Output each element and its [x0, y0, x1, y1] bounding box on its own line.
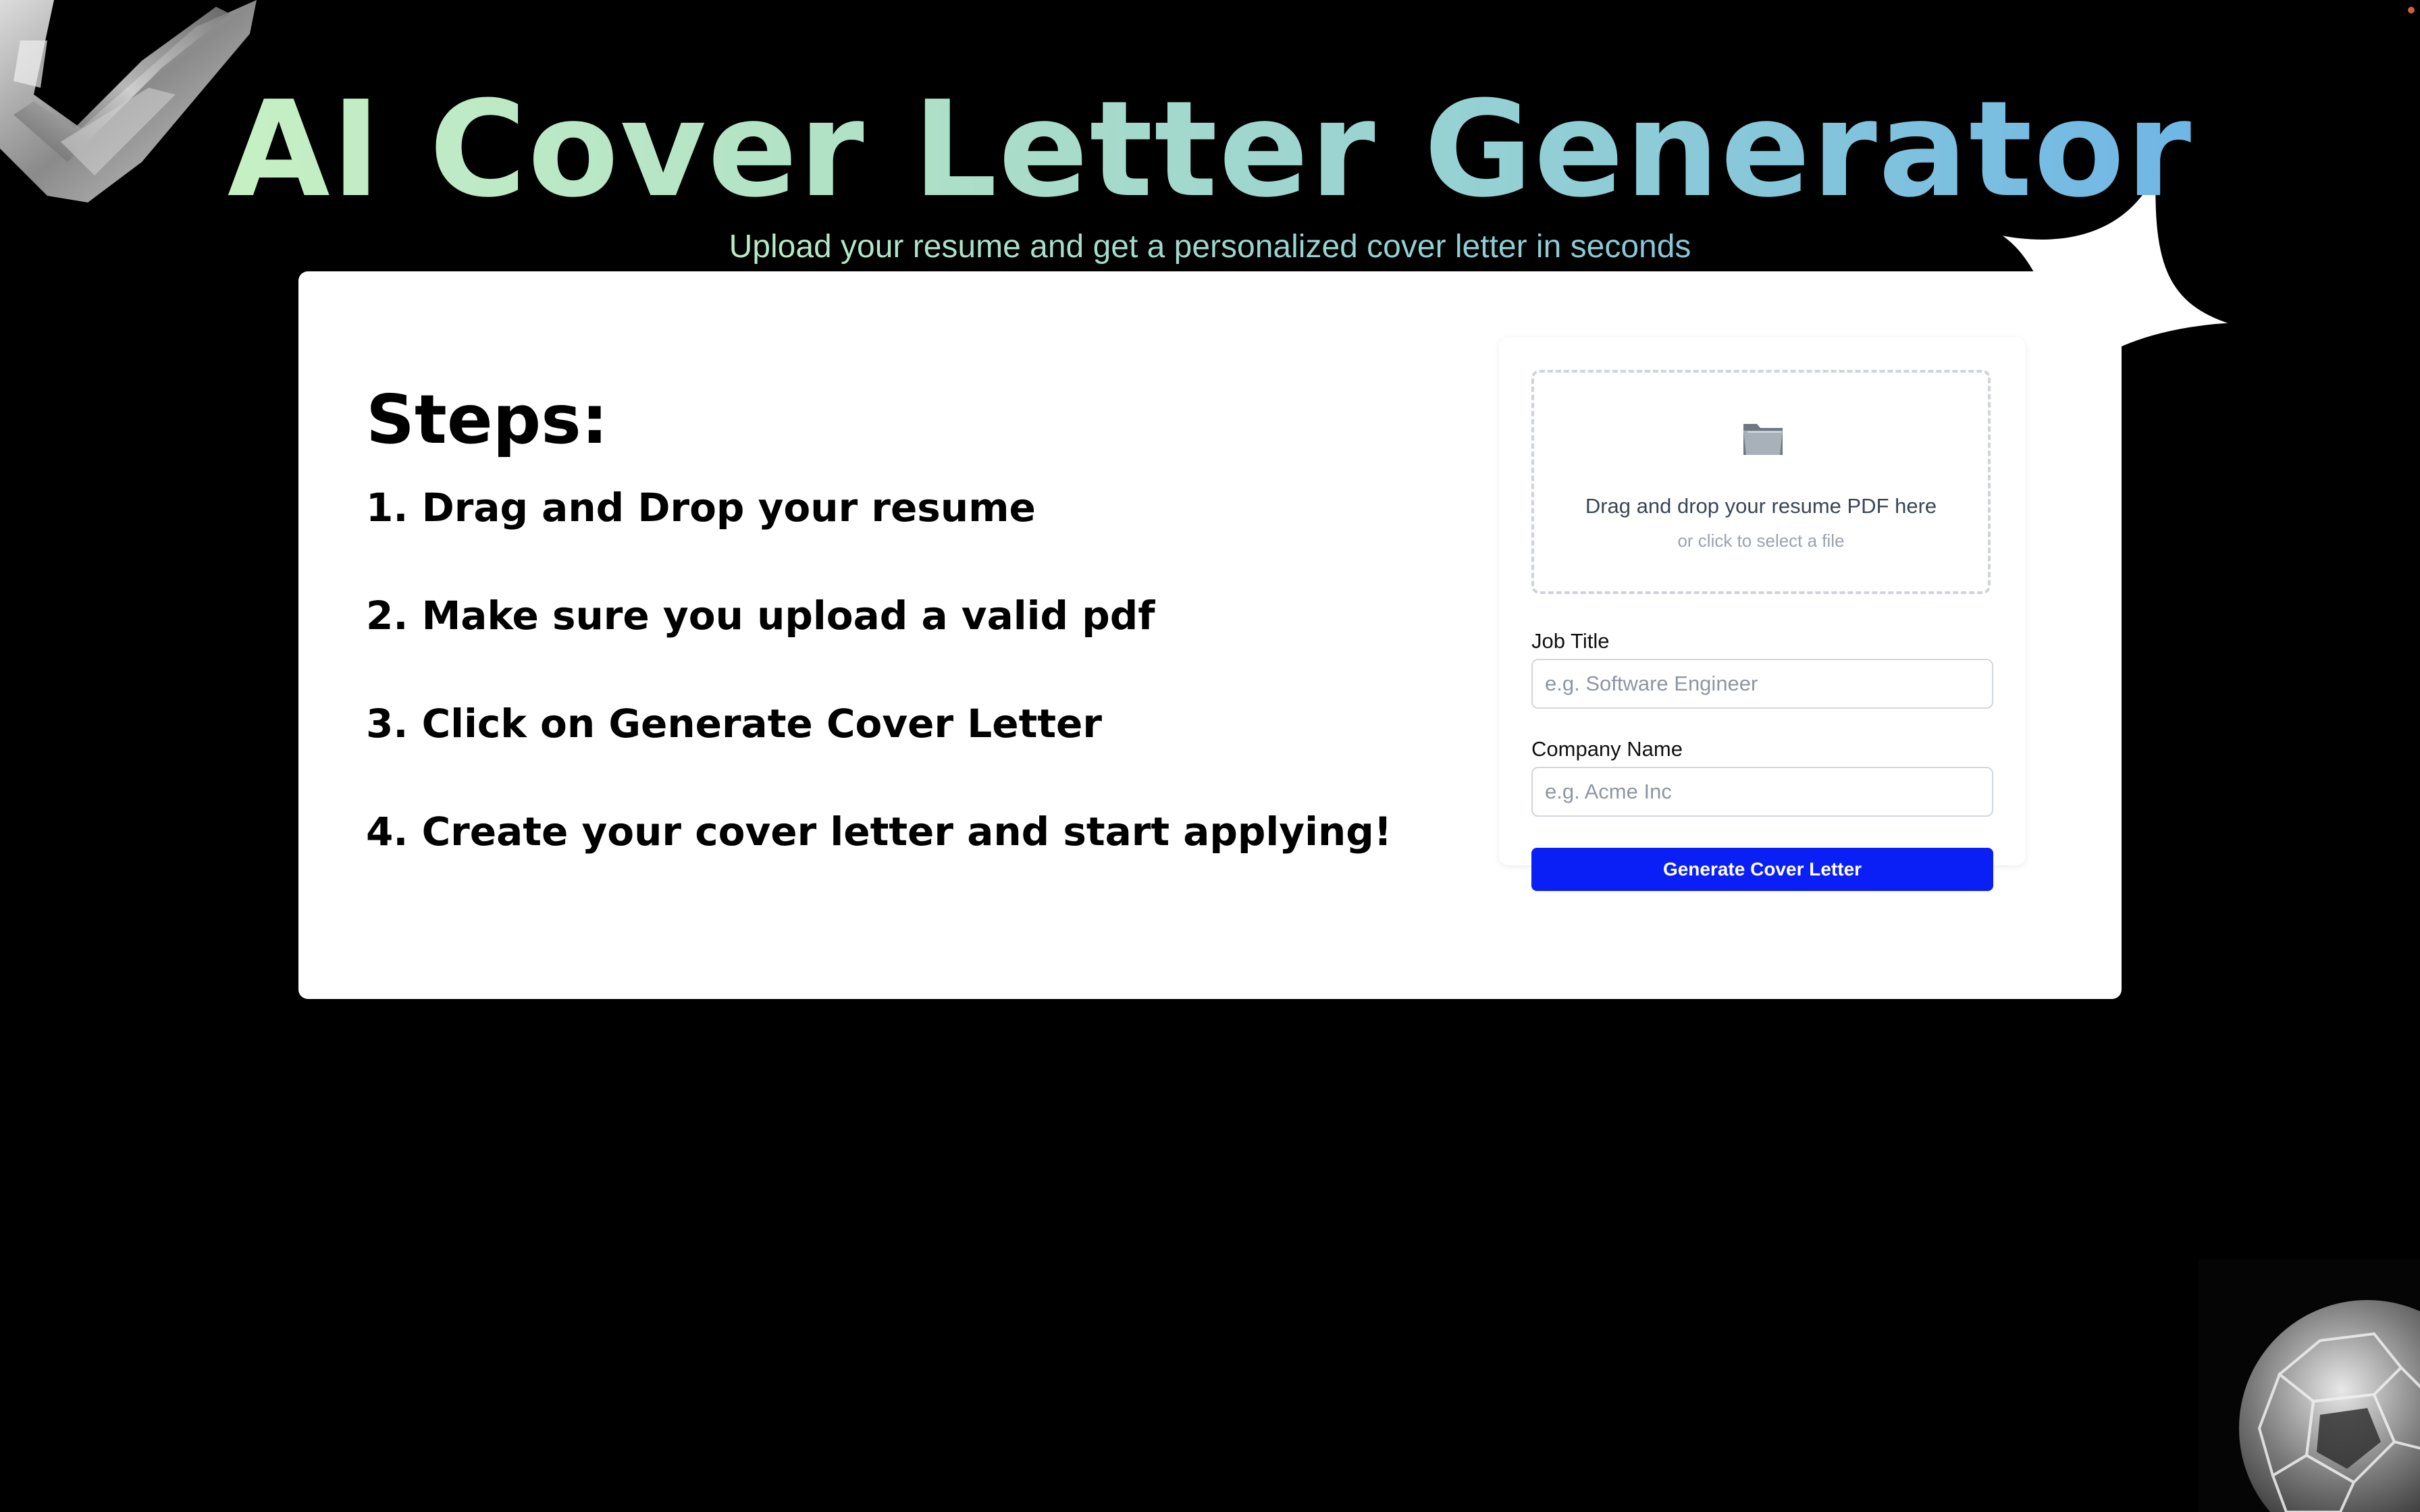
step-item: 3. Click on Generate Cover Letter — [366, 701, 1102, 747]
page-title-text: AI Cover Letter Generator — [227, 73, 2193, 227]
steps-section: Steps: 1. Drag and Drop your resume 2. M… — [366, 379, 1649, 913]
steps-heading: Steps: — [366, 380, 608, 459]
step-item: 4. Create your cover letter and start ap… — [366, 809, 1392, 855]
resume-dropzone[interactable]: Drag and drop your resume PDF here or cl… — [1531, 370, 1991, 594]
status-dot — [2408, 7, 2415, 14]
company-name-input[interactable] — [1531, 767, 1993, 817]
page-title: AI Cover Letter Generator — [0, 76, 2420, 224]
upload-form: Drag and drop your resume PDF here or cl… — [1499, 338, 2026, 891]
page-subtitle-text: Upload your resume and get a personalize… — [729, 229, 1691, 265]
step-item: 1. Drag and Drop your resume — [366, 485, 1036, 531]
generate-cover-letter-button[interactable]: Generate Cover Letter — [1531, 848, 1993, 891]
job-title-label: Job Title — [1531, 629, 1610, 653]
main-card: Steps: 1. Drag and Drop your resume 2. M… — [298, 271, 2122, 999]
page: AI Cover Letter Generator Upload your re… — [0, 0, 2420, 1512]
company-name-label: Company Name — [1531, 737, 1683, 761]
job-title-input[interactable] — [1531, 659, 1993, 709]
decorative-faceted-sphere — [2199, 1260, 2420, 1512]
dropzone-subtitle: or click to select a file — [1677, 531, 1845, 551]
step-item: 2. Make sure you upload a valid pdf — [366, 593, 1155, 639]
folder-icon — [1743, 424, 1783, 455]
dropzone-title: Drag and drop your resume PDF here — [1585, 494, 1937, 518]
page-subtitle: Upload your resume and get a personalize… — [0, 227, 2420, 267]
